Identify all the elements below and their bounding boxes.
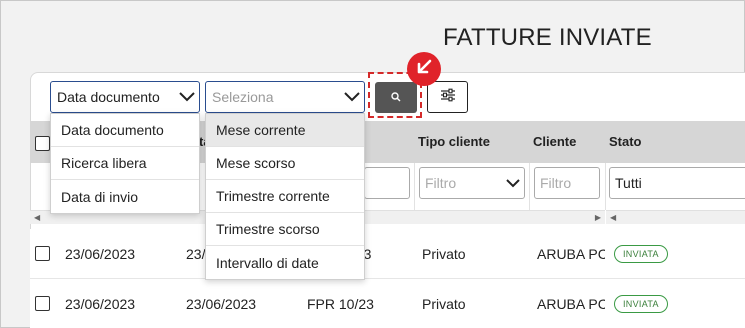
- header-tipo-cliente[interactable]: Tipo cliente: [418, 134, 490, 149]
- period-option[interactable]: Trimestre corrente: [206, 180, 364, 213]
- row-checkbox[interactable]: [35, 246, 50, 261]
- select-all-checkbox[interactable]: [35, 136, 50, 151]
- column-divider: [414, 163, 415, 210]
- date-type-option[interactable]: Data di invio: [51, 180, 199, 213]
- column-divider: [605, 163, 606, 210]
- sliders-icon: [440, 88, 456, 107]
- arrow-down-left-icon: [415, 58, 433, 81]
- scroll-left-arrow-icon[interactable]: ◀: [610, 213, 616, 222]
- filter-value: Tutti: [615, 175, 642, 191]
- filter-placeholder: Filtro: [540, 175, 572, 191]
- cell-data-documento: 23/06/2023: [65, 296, 136, 312]
- period-option[interactable]: Trimestre scorso: [206, 213, 364, 246]
- filter-select-stato[interactable]: Tutti: [609, 167, 745, 199]
- filter-input-numero[interactable]: [364, 167, 410, 199]
- status-badge: INVIATA: [614, 295, 668, 313]
- search-button[interactable]: [375, 82, 417, 113]
- date-type-option[interactable]: Data documento: [51, 114, 199, 147]
- cell-tipo-cliente: Privato: [422, 246, 466, 262]
- filter-placeholder: Filtro: [425, 175, 457, 191]
- cell-cliente: ARUBA PC: [537, 246, 605, 262]
- date-type-select-value: Data documento: [57, 89, 160, 105]
- status-badge: INVIATA: [614, 245, 668, 263]
- advanced-filter-button[interactable]: [427, 81, 468, 113]
- date-type-option[interactable]: Ricerca libera: [51, 147, 199, 180]
- period-option[interactable]: Mese scorso: [206, 147, 364, 180]
- period-select[interactable]: Seleziona: [205, 81, 365, 113]
- filter-select-tipo-cliente[interactable]: Filtro: [419, 167, 525, 199]
- column-divider: [529, 163, 530, 210]
- cell-numero: FPR 10/23: [307, 296, 374, 312]
- row-checkbox[interactable]: [35, 296, 50, 311]
- cell-data-documento: 23/06/2023: [65, 246, 136, 262]
- cell-cliente: ARUBA PC: [537, 296, 605, 312]
- search-icon: [391, 89, 401, 107]
- scroll-right-arrow-icon[interactable]: ▶: [595, 213, 601, 222]
- scroll-left-arrow-icon[interactable]: ◀: [34, 213, 40, 222]
- horizontal-scrollbar-right[interactable]: ◀: [606, 210, 745, 224]
- chevron-down-icon: [502, 178, 524, 188]
- header-stato[interactable]: Stato: [609, 134, 642, 149]
- period-dropdown: Mese corrente Mese scorso Trimestre corr…: [205, 113, 365, 280]
- filter-input-cliente[interactable]: Filtro: [534, 167, 600, 199]
- chevron-down-icon: [175, 92, 199, 102]
- cell-data-invio: 23/: [186, 246, 206, 262]
- page-title: FATTURE INVIATE: [443, 24, 652, 51]
- cell-data-invio: 23/06/2023: [186, 296, 257, 312]
- period-option[interactable]: Mese corrente: [206, 114, 364, 147]
- header-cliente[interactable]: Cliente: [533, 134, 576, 149]
- period-option[interactable]: Intervallo di date: [206, 246, 364, 279]
- period-select-placeholder: Seleziona: [212, 89, 274, 105]
- chevron-down-icon: [340, 92, 364, 102]
- date-type-select[interactable]: Data documento: [50, 81, 200, 113]
- date-type-dropdown: Data documento Ricerca libera Data di in…: [50, 113, 200, 214]
- callout-marker: [407, 52, 441, 86]
- cell-tipo-cliente: Privato: [422, 296, 466, 312]
